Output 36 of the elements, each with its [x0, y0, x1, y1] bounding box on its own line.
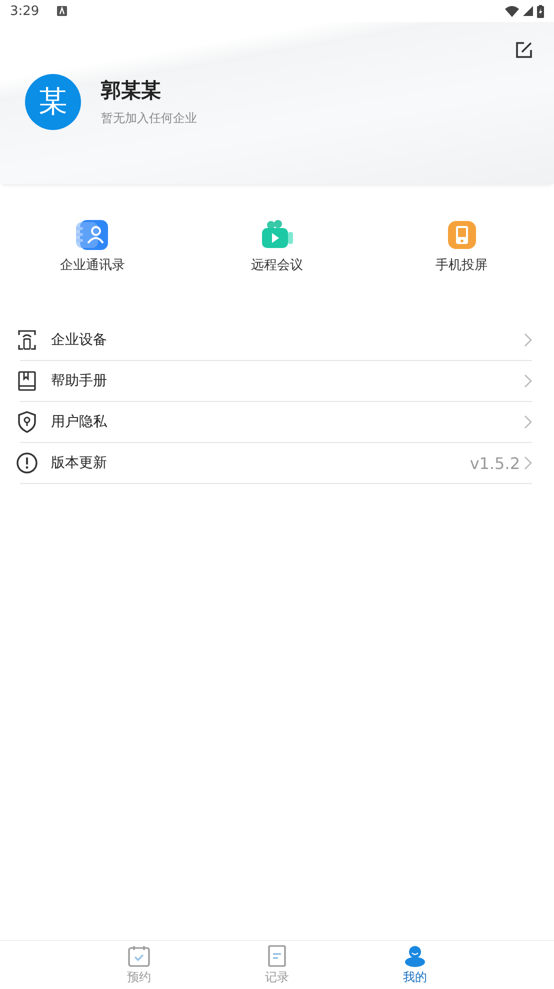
nav-tab[interactable]: 我的 — [403, 941, 427, 989]
edit-icon[interactable] — [514, 40, 534, 60]
shortcut-button[interactable]: 手机投屏 — [416, 220, 507, 300]
wifi-icon — [505, 6, 519, 16]
menu-item[interactable]: 企业设备 — [20, 320, 532, 361]
contacts-book-icon — [76, 220, 108, 250]
battery-icon — [537, 4, 544, 18]
menu-label: 企业设备 — [51, 331, 108, 349]
menu-label: 帮助手册 — [51, 372, 108, 390]
chevron-right-icon — [524, 456, 532, 470]
notification-icon — [57, 6, 68, 16]
phone-screen-icon — [446, 220, 478, 250]
chevron-right-icon — [524, 415, 532, 429]
person-icon — [404, 945, 426, 967]
signal-icon — [523, 6, 533, 16]
menu-item[interactable]: 版本更新 v1.5.2 — [20, 443, 532, 484]
screen-signal-icon — [16, 329, 38, 351]
chevron-right-icon — [524, 374, 532, 388]
version-text: v1.5.2 — [470, 454, 520, 472]
shortcut-button[interactable]: 企业通讯录 — [47, 220, 138, 300]
chevron-right-icon — [524, 333, 532, 347]
menu-item[interactable]: 用户隐私 — [20, 402, 532, 443]
calendar-icon — [128, 945, 150, 967]
user-subtitle: 暂无加入任何企业 — [101, 110, 197, 127]
book-icon — [16, 370, 38, 392]
menu-label: 用户隐私 — [51, 413, 108, 431]
document-icon — [266, 945, 288, 967]
menu-item[interactable]: 帮助手册 — [20, 361, 532, 402]
menu-label: 版本更新 — [51, 454, 108, 472]
video-camera-icon — [260, 220, 293, 250]
status-time: 3:29 — [10, 4, 40, 18]
exclamation-circle-icon — [16, 452, 38, 474]
user-name: 郭某某 — [101, 77, 162, 104]
avatar: 某 — [25, 74, 81, 130]
shortcut-button[interactable]: 远程会议 — [232, 220, 322, 300]
shield-icon — [16, 411, 38, 433]
